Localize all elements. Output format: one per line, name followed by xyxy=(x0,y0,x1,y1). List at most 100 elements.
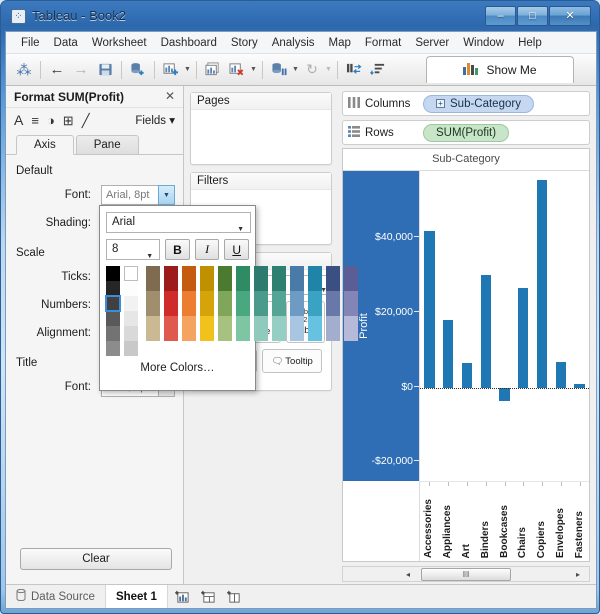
color-swatch[interactable] xyxy=(200,316,214,341)
menu-data[interactable]: Data xyxy=(47,35,85,51)
color-swatch[interactable] xyxy=(272,291,286,316)
color-swatch[interactable] xyxy=(164,316,178,341)
color-swatch[interactable] xyxy=(236,316,250,341)
color-swatch[interactable] xyxy=(106,341,120,356)
scroll-left-icon[interactable]: ◂ xyxy=(401,570,415,579)
color-swatch[interactable] xyxy=(272,316,286,341)
maximize-button[interactable]: □ xyxy=(517,6,548,26)
menu-map[interactable]: Map xyxy=(322,35,358,51)
alignment-icon[interactable]: ≡ xyxy=(31,114,39,127)
bold-button[interactable]: B xyxy=(165,239,190,260)
new-story-icon[interactable] xyxy=(226,585,244,608)
scroll-right-icon[interactable]: ▸ xyxy=(571,570,585,579)
color-swatch[interactable] xyxy=(164,266,178,291)
color-swatch[interactable] xyxy=(105,295,121,312)
sheet-tab-sheet-1[interactable]: Sheet 1 xyxy=(105,585,168,608)
color-swatch[interactable] xyxy=(182,291,196,316)
tab-axis[interactable]: Axis xyxy=(16,135,74,155)
bar-mark[interactable] xyxy=(518,288,529,388)
color-swatch[interactable] xyxy=(272,266,286,291)
new-worksheet-icon[interactable] xyxy=(174,585,192,608)
color-swatch[interactable] xyxy=(182,316,196,341)
default-font-dropdown-icon[interactable]: ▼ xyxy=(158,185,175,205)
color-swatch[interactable] xyxy=(236,266,250,291)
color-swatch[interactable] xyxy=(254,291,268,316)
color-swatch[interactable] xyxy=(146,316,160,341)
refresh-icon[interactable]: ↻ xyxy=(300,58,324,82)
close-icon[interactable]: ✕ xyxy=(165,89,175,103)
x-axis-label[interactable]: Fasteners xyxy=(574,511,585,558)
color-swatch[interactable] xyxy=(308,316,322,341)
color-swatch[interactable] xyxy=(236,291,250,316)
menu-format[interactable]: Format xyxy=(358,35,408,51)
new-worksheet-icon[interactable] xyxy=(159,58,183,82)
color-swatch[interactable] xyxy=(106,326,120,341)
menu-server[interactable]: Server xyxy=(408,35,456,51)
menu-analysis[interactable]: Analysis xyxy=(265,35,322,51)
clear-sheet-dropdown-icon[interactable]: ▼ xyxy=(249,58,258,82)
show-me-button[interactable]: Show Me xyxy=(426,56,574,83)
x-axis-label[interactable]: Art xyxy=(461,544,472,558)
more-colors-button[interactable]: More Colors… xyxy=(106,362,249,374)
bar-mark[interactable] xyxy=(424,231,435,388)
pill-sum-profit[interactable]: SUM(Profit) xyxy=(423,123,510,142)
color-swatch[interactable] xyxy=(344,316,358,341)
bar-mark[interactable] xyxy=(536,179,548,388)
underline-button[interactable]: U xyxy=(224,239,249,260)
color-swatch[interactable] xyxy=(106,266,120,281)
color-swatch[interactable] xyxy=(290,316,304,341)
bar-mark[interactable] xyxy=(443,320,454,388)
color-swatch[interactable] xyxy=(124,326,138,341)
color-swatch[interactable] xyxy=(344,291,358,316)
pause-refresh-icon[interactable] xyxy=(267,58,291,82)
color-swatch[interactable] xyxy=(124,311,138,326)
color-swatch[interactable] xyxy=(290,266,304,291)
minimize-button[interactable]: – xyxy=(485,6,516,26)
new-dashboard-icon[interactable] xyxy=(200,585,218,608)
menu-dashboard[interactable]: Dashboard xyxy=(154,35,224,51)
color-swatch[interactable] xyxy=(326,291,340,316)
bar-mark[interactable] xyxy=(499,387,510,401)
color-swatch[interactable] xyxy=(124,341,138,356)
menu-worksheet[interactable]: Worksheet xyxy=(85,35,154,51)
color-swatch[interactable] xyxy=(218,266,232,291)
pill-sub-category[interactable]: + Sub-Category xyxy=(423,94,534,113)
color-swatch[interactable] xyxy=(326,316,340,341)
lines-icon[interactable]: ╱ xyxy=(82,114,90,127)
color-swatch[interactable] xyxy=(146,266,160,291)
color-swatch[interactable] xyxy=(308,291,322,316)
close-button[interactable]: ✕ xyxy=(549,6,591,26)
menu-story[interactable]: Story xyxy=(224,35,265,51)
save-icon[interactable] xyxy=(93,58,117,82)
shading-icon[interactable]: ◑ xyxy=(47,114,55,127)
swap-rows-columns-icon[interactable] xyxy=(342,58,366,82)
color-swatch[interactable] xyxy=(200,266,214,291)
bar-mark[interactable] xyxy=(555,361,566,388)
x-axis-label[interactable]: Appliances xyxy=(442,505,453,558)
menu-file[interactable]: File xyxy=(14,35,47,51)
new-worksheet-dropdown-icon[interactable]: ▼ xyxy=(183,58,192,82)
borders-icon[interactable]: ⊞ xyxy=(63,114,74,127)
forward-icon[interactable]: → xyxy=(69,58,93,82)
color-swatch[interactable] xyxy=(182,266,196,291)
pause-refresh-dropdown-icon[interactable]: ▼ xyxy=(291,58,300,82)
color-swatch[interactable] xyxy=(164,291,178,316)
clear-button[interactable]: Clear xyxy=(20,548,172,570)
menu-window[interactable]: Window xyxy=(456,35,511,51)
italic-button[interactable]: I xyxy=(194,239,220,260)
horizontal-scrollbar[interactable]: ◂ ‖‖ ▸ xyxy=(342,566,590,582)
color-swatch[interactable] xyxy=(254,316,268,341)
x-axis-label[interactable]: Binders xyxy=(480,521,491,558)
color-swatch[interactable] xyxy=(124,281,138,296)
pages-drop-zone[interactable] xyxy=(191,110,331,164)
color-swatch[interactable] xyxy=(308,266,322,291)
color-swatch[interactable] xyxy=(218,291,232,316)
tab-pane[interactable]: Pane xyxy=(75,135,139,154)
scrollbar-thumb[interactable]: ‖‖ xyxy=(421,568,511,581)
color-swatch[interactable] xyxy=(290,291,304,316)
color-swatch[interactable] xyxy=(344,266,358,291)
expand-icon[interactable]: + xyxy=(436,99,445,108)
color-swatch[interactable] xyxy=(124,296,138,311)
x-axis-label[interactable]: Bookcases xyxy=(499,505,510,558)
color-swatch[interactable] xyxy=(200,291,214,316)
